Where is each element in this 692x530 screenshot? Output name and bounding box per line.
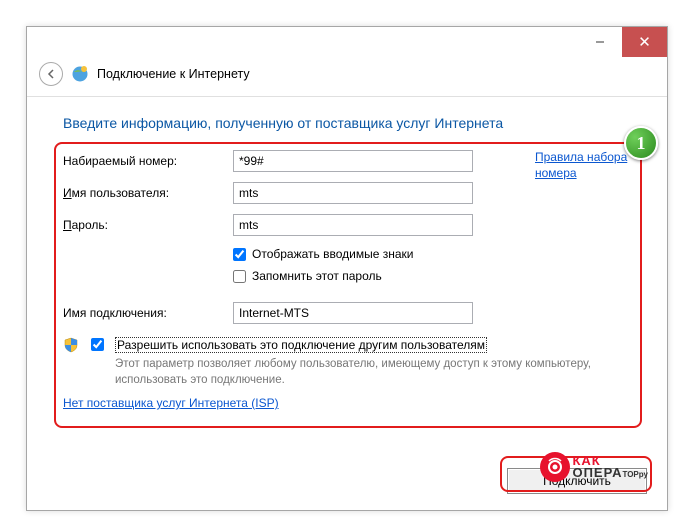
allow-all-users-checkbox[interactable] bbox=[91, 338, 104, 351]
minimize-button[interactable] bbox=[577, 27, 622, 57]
show-chars-checkbox[interactable] bbox=[233, 248, 246, 261]
password-input[interactable] bbox=[233, 214, 473, 236]
titlebar: ✕ bbox=[27, 27, 667, 57]
dial-number-label: Набираемый номер: bbox=[63, 154, 233, 168]
remember-password-checkbox[interactable] bbox=[233, 270, 246, 283]
password-label: Пароль: bbox=[63, 218, 233, 232]
remember-password-label: Запомнить этот пароль bbox=[252, 269, 382, 283]
page-heading: Введите информацию, полученную от постав… bbox=[63, 115, 639, 131]
window-title: Подключение к Интернету bbox=[97, 67, 250, 81]
content-area: Введите информацию, полученную от постав… bbox=[27, 97, 667, 420]
header: Подключение к Интернету bbox=[27, 57, 667, 97]
allow-all-users-description: Этот параметр позволяет любому пользоват… bbox=[115, 356, 595, 388]
dial-number-input[interactable] bbox=[233, 150, 473, 172]
close-button[interactable]: ✕ bbox=[622, 27, 667, 57]
shield-icon bbox=[63, 337, 79, 353]
show-chars-label: Отображать вводимые знаки bbox=[252, 247, 413, 261]
username-label: Имя пользователя: bbox=[63, 186, 233, 200]
allow-all-users-label: Разрешить использовать это подключение д… bbox=[115, 337, 487, 353]
back-button[interactable] bbox=[39, 62, 63, 86]
watermark-icon bbox=[540, 452, 570, 482]
globe-icon bbox=[71, 65, 89, 83]
annotation-step-badge: 1 bbox=[624, 126, 658, 160]
connection-name-input[interactable] bbox=[233, 302, 473, 324]
watermark: КАК ОПЕРАТОРру bbox=[540, 452, 648, 482]
username-input[interactable] bbox=[233, 182, 473, 204]
connection-name-label: Имя подключения: bbox=[63, 306, 233, 320]
wizard-window: ✕ Подключение к Интернету Введите информ… bbox=[26, 26, 668, 511]
no-isp-link[interactable]: Нет поставщика услуг Интернета (ISP) bbox=[63, 396, 279, 410]
